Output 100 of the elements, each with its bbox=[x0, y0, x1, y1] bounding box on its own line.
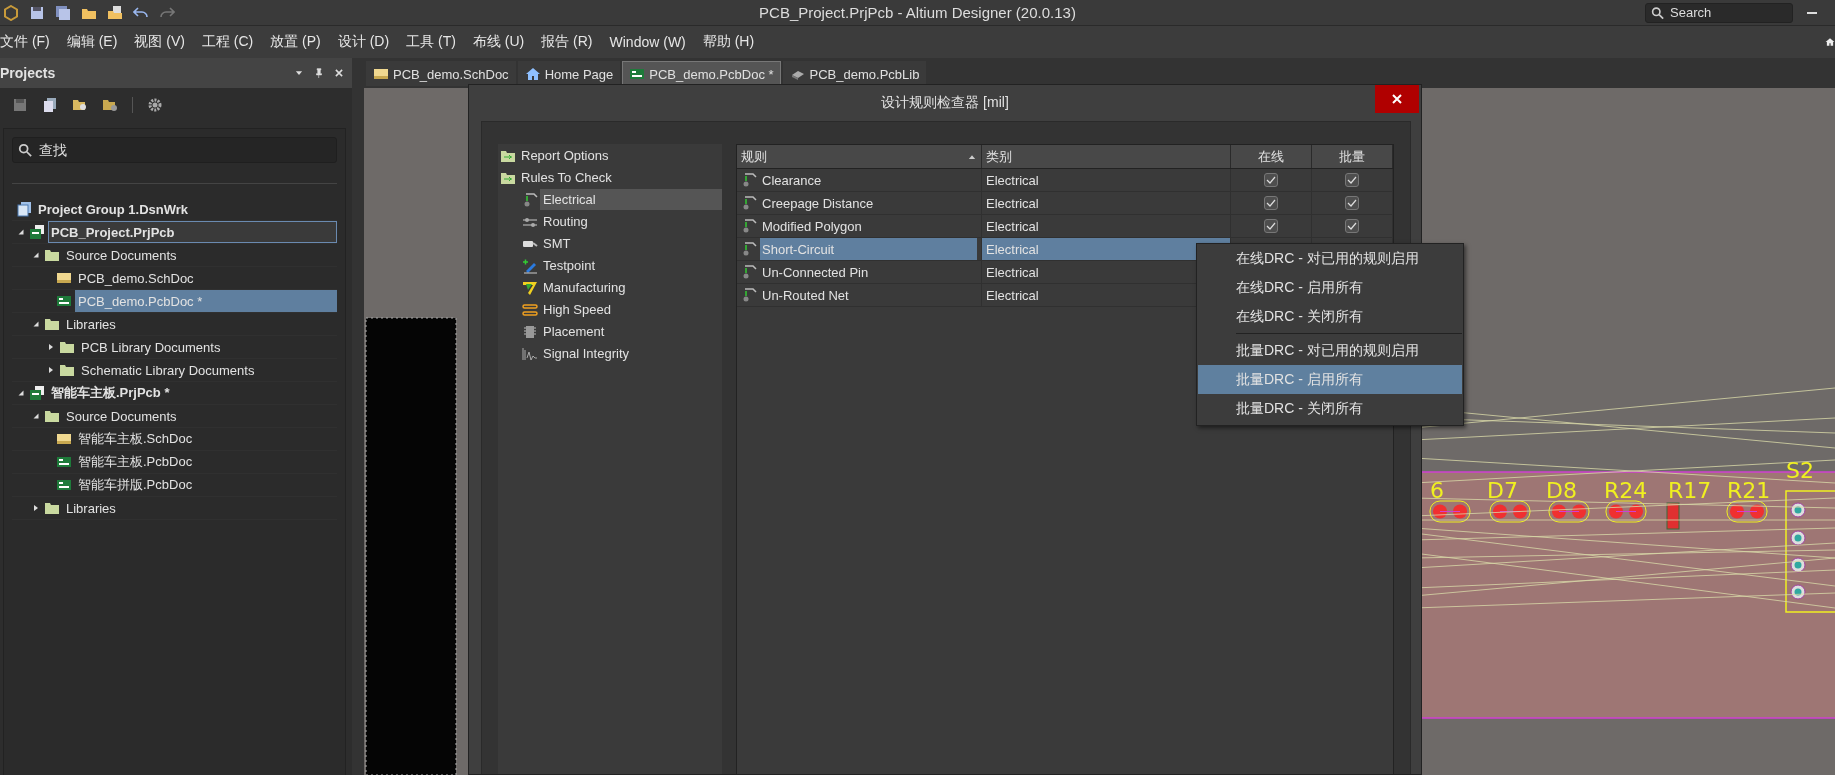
menu-item[interactable]: 在线DRC - 关闭所有 bbox=[1198, 302, 1462, 331]
menu-item[interactable]: 放置 (P) bbox=[270, 33, 330, 51]
tree-item[interactable]: Placement bbox=[540, 321, 722, 342]
menu-item[interactable]: 批量DRC - 关闭所有 bbox=[1198, 394, 1462, 423]
component-designator: 6 bbox=[1430, 478, 1444, 503]
rule-name[interactable]: Clearance bbox=[760, 169, 977, 191]
table-cell: Electrical bbox=[982, 238, 1230, 260]
document-tab[interactable]: PCB_demo.PcbDoc * bbox=[622, 61, 781, 86]
menu-item[interactable]: Window (W) bbox=[609, 34, 695, 50]
menu-item[interactable]: 报告 (R) bbox=[541, 33, 602, 51]
rule-name[interactable]: Creepage Distance bbox=[760, 192, 977, 214]
menu-item[interactable]: 设计 (D) bbox=[337, 33, 399, 51]
checkbox[interactable] bbox=[1264, 219, 1278, 233]
column-header[interactable]: 规则 bbox=[741, 147, 963, 166]
close-icon bbox=[334, 68, 344, 78]
board-document-icon bbox=[29, 385, 45, 401]
rule-name[interactable]: Modified Polygon bbox=[760, 215, 977, 237]
table-cell-text: Electrical bbox=[985, 217, 1040, 236]
collapse-arrow-icon[interactable] bbox=[32, 412, 40, 420]
tree-item[interactable]: PCB_Project.PrjPcb bbox=[48, 221, 337, 243]
board-icon bbox=[629, 66, 646, 82]
expand-arrow-icon[interactable] bbox=[47, 366, 55, 374]
tree-item[interactable]: PCB_demo.SchDoc bbox=[75, 267, 337, 289]
collapse-arrow-icon[interactable] bbox=[32, 251, 40, 259]
electrical-rule-icon bbox=[522, 191, 538, 208]
checkbox[interactable] bbox=[1345, 219, 1359, 233]
column-header[interactable]: 类别 bbox=[986, 147, 1226, 166]
menu-item[interactable]: 帮助 (H) bbox=[702, 33, 764, 51]
schematic-icon bbox=[373, 66, 389, 82]
collapse-arrow-icon[interactable] bbox=[32, 320, 40, 328]
minimize-icon[interactable] bbox=[1807, 11, 1817, 14]
home-icon bbox=[1825, 36, 1835, 48]
copy-documents-icon bbox=[42, 97, 58, 113]
tree-item[interactable]: Report Options bbox=[518, 145, 722, 166]
tree-item[interactable]: Source Documents bbox=[63, 244, 337, 266]
open-document-icon bbox=[107, 4, 123, 21]
board-icon bbox=[56, 293, 72, 309]
tree-item[interactable]: Rules To Check bbox=[518, 167, 722, 188]
tree-item[interactable]: 智能车主板.PcbDoc bbox=[75, 451, 337, 473]
menu-item[interactable]: 文件 (F) bbox=[0, 33, 59, 51]
tree-item[interactable]: Manufacturing bbox=[540, 277, 722, 298]
pin-icon bbox=[314, 68, 324, 78]
document-tab[interactable]: PCB_demo.SchDoc bbox=[366, 61, 516, 86]
rule-name[interactable]: Un-Connected Pin bbox=[760, 261, 977, 283]
folder-icon bbox=[44, 500, 60, 516]
close-button[interactable] bbox=[1375, 85, 1419, 113]
folder-icon bbox=[59, 362, 75, 378]
column-header[interactable]: 批量 bbox=[1339, 147, 1365, 166]
expand-arrow-icon[interactable] bbox=[47, 343, 55, 351]
search-field[interactable]: Search bbox=[1645, 2, 1793, 23]
checkbox[interactable] bbox=[1345, 196, 1359, 210]
tree-item[interactable]: Libraries bbox=[63, 313, 337, 335]
document-tab[interactable]: PCB_demo.PcbLib bbox=[782, 61, 927, 86]
menu-item[interactable]: 在线DRC - 启用所有 bbox=[1198, 273, 1462, 302]
search-field[interactable]: 查找 bbox=[12, 137, 337, 163]
electrical-rule-icon bbox=[741, 172, 757, 188]
tree-item[interactable]: PCB Library Documents bbox=[78, 336, 337, 358]
high-speed-icon bbox=[522, 301, 538, 318]
checkbox[interactable] bbox=[1264, 173, 1278, 187]
tree-item[interactable]: 智能车拼版.PcbDoc bbox=[75, 474, 337, 496]
menu-item[interactable]: 工具 (T) bbox=[406, 33, 465, 51]
waveform-icon bbox=[522, 345, 538, 362]
tree-item[interactable]: Schematic Library Documents bbox=[78, 359, 337, 381]
folder-icon bbox=[44, 408, 60, 424]
rule-name[interactable]: Un-Routed Net bbox=[760, 284, 977, 306]
checkbox[interactable] bbox=[1264, 196, 1278, 210]
collapse-arrow-icon[interactable] bbox=[17, 389, 25, 397]
tree-item[interactable]: 智能车主板.SchDoc bbox=[75, 428, 337, 450]
menu-item[interactable]: 视图 (V) bbox=[134, 33, 194, 51]
schematic-icon bbox=[56, 431, 72, 447]
home-icon bbox=[524, 66, 541, 82]
component-designator: D7 bbox=[1487, 478, 1518, 503]
settings-icon bbox=[147, 97, 163, 113]
tree-item[interactable]: 智能车主板.PrjPcb * bbox=[48, 382, 337, 404]
dialog-title: 设计规则检查器 [mil] bbox=[881, 94, 1009, 112]
tree-item[interactable]: High Speed bbox=[540, 299, 722, 320]
documents-icon bbox=[16, 201, 32, 217]
table-cell-text: Electrical bbox=[985, 171, 1040, 190]
testpoint-icon bbox=[522, 257, 538, 274]
tree-item[interactable]: Libraries bbox=[63, 497, 337, 519]
folder-icon bbox=[44, 247, 60, 263]
tree-item[interactable]: SMT bbox=[540, 233, 722, 254]
component-designator: S2 bbox=[1786, 458, 1814, 483]
folder-search-icon bbox=[72, 97, 88, 113]
electrical-rule-icon bbox=[741, 287, 757, 303]
column-header[interactable]: 在线 bbox=[1258, 147, 1284, 166]
menu-item[interactable]: 批量DRC - 对已用的规则启用 bbox=[1198, 336, 1462, 365]
expand-arrow-icon[interactable] bbox=[32, 504, 40, 512]
tree-item[interactable]: Electrical bbox=[540, 189, 722, 210]
menu-item[interactable]: 布线 (U) bbox=[472, 33, 534, 51]
document-tab[interactable]: Home Page bbox=[517, 61, 621, 86]
collapse-arrow-icon[interactable] bbox=[17, 228, 25, 236]
tree-item[interactable]: Signal Integrity bbox=[540, 343, 722, 364]
menu-item[interactable]: 工程 (C) bbox=[201, 33, 263, 51]
checkbox[interactable] bbox=[1345, 173, 1359, 187]
tree-item[interactable]: Source Documents bbox=[63, 405, 337, 427]
tree-item[interactable]: Routing bbox=[540, 211, 722, 232]
tree-item[interactable]: Testpoint bbox=[540, 255, 722, 276]
menu-item[interactable]: 编辑 (E) bbox=[66, 33, 127, 51]
tree-item[interactable]: Project Group 1.DsnWrk bbox=[35, 198, 337, 220]
